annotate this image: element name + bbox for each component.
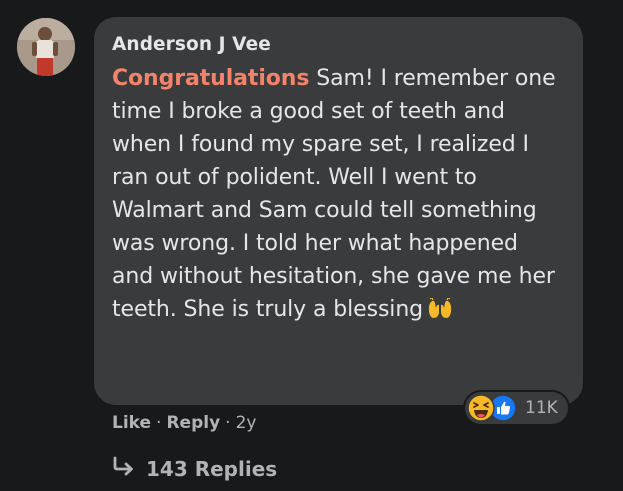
separator: · [225,413,231,433]
laughing-face-icon [467,394,495,422]
reaction-summary[interactable]: 11K [465,392,568,424]
comment-bubble: Anderson J Vee Congratulations Sam! I re… [94,17,583,405]
reply-arrow-icon [112,456,136,481]
highlighted-word: Congratulations [112,66,310,91]
comment-author[interactable]: Anderson J Vee [112,33,565,57]
raising-hands-icon [427,296,453,330]
comment-body: Sam! I remember one time I broke a good … [112,66,556,322]
comment-age[interactable]: 2y [236,413,257,433]
like-button[interactable]: Like [112,413,151,433]
comment-text: Congratulations Sam! I remember one time… [112,62,565,330]
view-replies-button[interactable]: 143 Replies [112,456,277,481]
avatar[interactable] [17,18,75,76]
comment-actions: Like · Reply · 2y [112,413,256,433]
reaction-count: 11K [525,398,558,418]
replies-count: 143 Replies [146,456,278,481]
separator: · [156,413,162,433]
comment-thread: Anderson J Vee Congratulations Sam! I re… [0,0,623,491]
reply-button[interactable]: Reply [166,413,220,433]
person-silhouette-icon [17,18,75,76]
